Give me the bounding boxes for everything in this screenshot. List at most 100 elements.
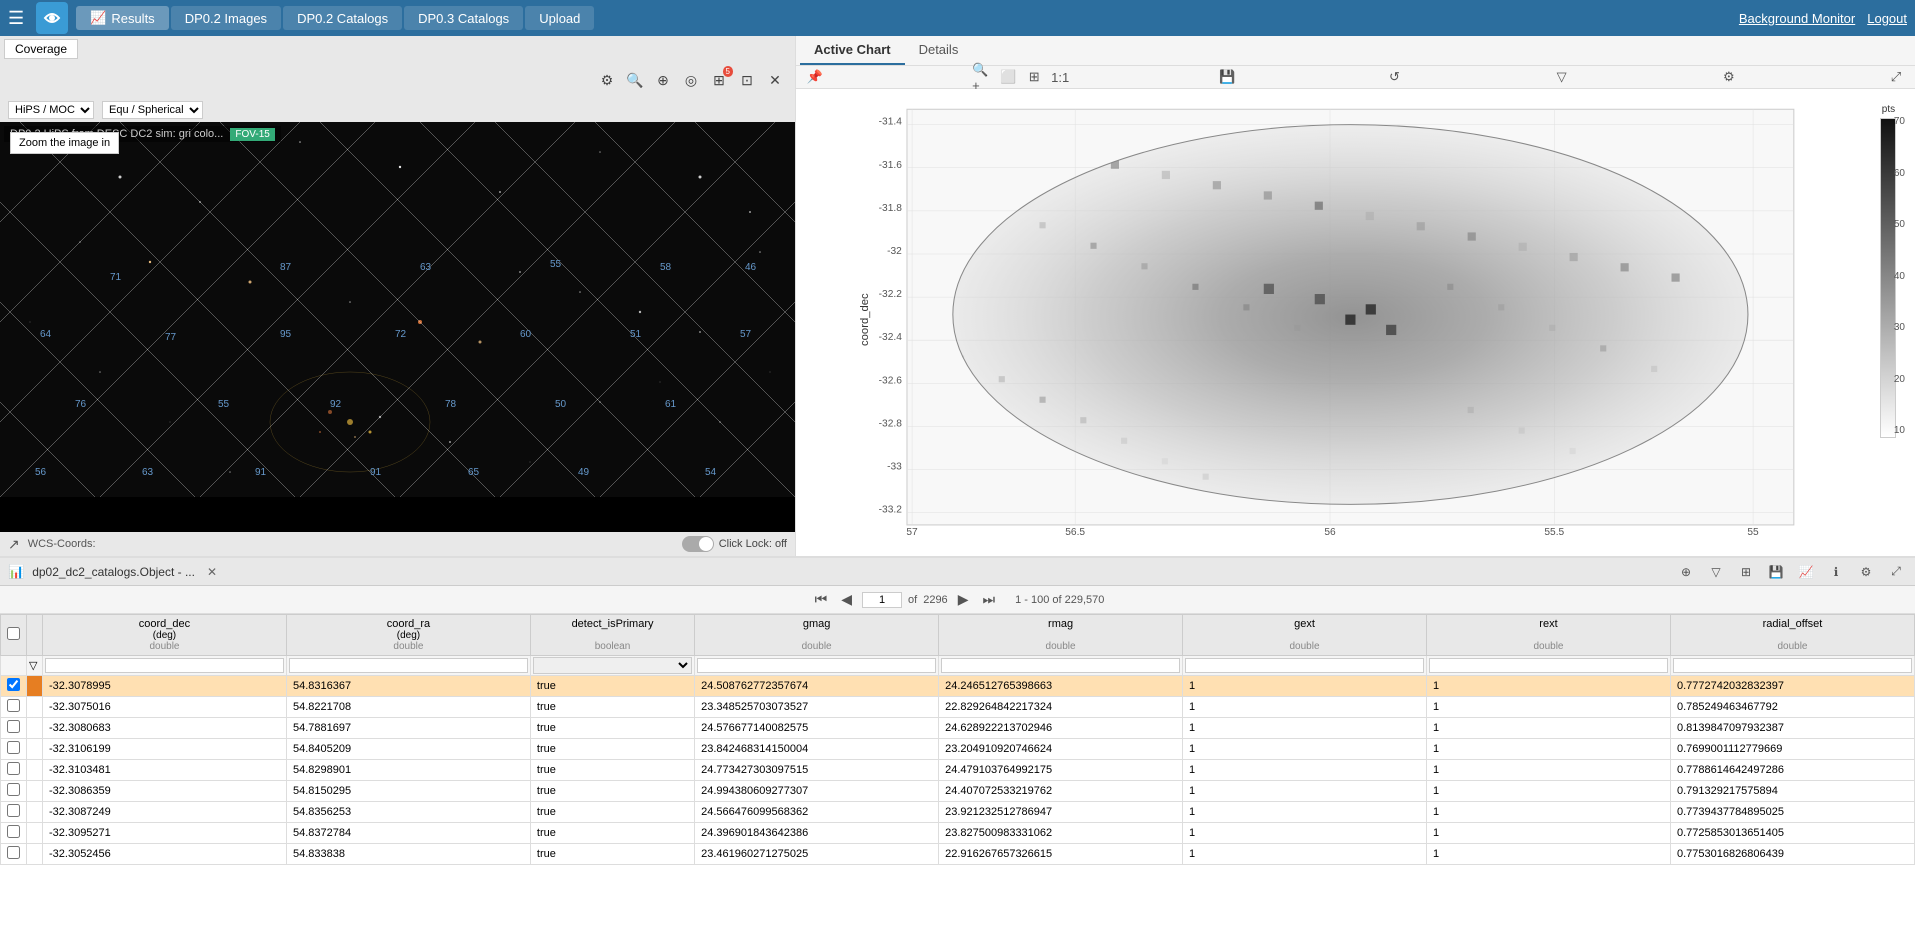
svg-text:-32.2: -32.2 bbox=[879, 289, 903, 300]
table-row[interactable]: -32.3106199 54.8405209 true 23.842468314… bbox=[1, 739, 1915, 760]
external-link-icon[interactable]: ↗ bbox=[8, 536, 20, 553]
chart-settings-btn[interactable]: ⚙ bbox=[1718, 66, 1740, 88]
cell-coord-ra: 54.833838 bbox=[286, 844, 530, 865]
click-lock-toggle[interactable] bbox=[682, 536, 714, 552]
row-checkbox[interactable] bbox=[7, 699, 20, 712]
row-checkbox[interactable] bbox=[7, 741, 20, 754]
col-header-detect-isprimary[interactable]: detect_isPrimary boolean bbox=[530, 615, 694, 656]
image-viewer[interactable]: DP0.2 HiPS from DESC DC2 sim: gri colo..… bbox=[0, 122, 795, 532]
cell-coord-dec: -32.3078995 bbox=[43, 676, 287, 697]
hamburger-menu[interactable]: ☰ bbox=[8, 8, 24, 29]
nav-tab-results[interactable]: 📈 Results bbox=[76, 6, 169, 30]
cell-radial-offset: 0.7699001112779669 bbox=[1670, 739, 1914, 760]
row-checkbox[interactable] bbox=[7, 678, 20, 691]
nav-tab-dp02-catalogs[interactable]: DP0.2 Catalogs bbox=[283, 6, 402, 30]
nav-tab-upload[interactable]: Upload bbox=[525, 6, 594, 30]
table-row[interactable]: -32.3052456 54.833838 true 23.4619602712… bbox=[1, 844, 1915, 865]
last-page-btn[interactable]: ⏭ bbox=[978, 591, 999, 608]
page-input[interactable] bbox=[862, 592, 902, 608]
col-header-coord-dec[interactable]: coord_dec(deg)double bbox=[43, 615, 287, 656]
table-row[interactable]: -32.3095271 54.8372784 true 24.396901843… bbox=[1, 823, 1915, 844]
cell-gext: 1 bbox=[1183, 823, 1427, 844]
cell-coord-ra: 54.7881697 bbox=[286, 718, 530, 739]
tools-btn[interactable]: ⚙ bbox=[595, 68, 619, 92]
hips-select[interactable]: HiPS / MOC bbox=[8, 101, 94, 119]
chart-zoom-in-btn[interactable]: 🔍+ bbox=[971, 66, 993, 88]
filter-coord-dec[interactable] bbox=[45, 658, 284, 673]
cell-gmag: 24.508762772357674 bbox=[695, 676, 939, 697]
search-btn[interactable]: 🔍 bbox=[623, 68, 647, 92]
nav-tab-dp02-images[interactable]: DP0.2 Images bbox=[171, 6, 281, 30]
filter-btn[interactable]: ◎ bbox=[679, 68, 703, 92]
chart-reset-btn[interactable]: ↺ bbox=[1383, 66, 1405, 88]
next-page-btn[interactable]: ▶ bbox=[954, 591, 973, 608]
tab-details[interactable]: Details bbox=[905, 36, 973, 65]
table-icon: 📊 bbox=[8, 564, 24, 580]
svg-text:95: 95 bbox=[280, 329, 292, 340]
measure-btn[interactable]: ✕ bbox=[763, 68, 787, 92]
coverage-tab[interactable]: Coverage bbox=[4, 39, 78, 59]
cell-rmag: 22.916267657326615 bbox=[939, 844, 1183, 865]
select-all-header[interactable] bbox=[1, 615, 27, 656]
cell-coord-dec: -32.3052456 bbox=[43, 844, 287, 865]
svg-text:56: 56 bbox=[35, 467, 47, 478]
background-monitor-link[interactable]: Background Monitor bbox=[1739, 11, 1855, 26]
image-panel: Coverage ⚙ 🔍 ⊕ ◎ ⊞5 ⊡ ✕ HiPS / MOC Equ bbox=[0, 36, 795, 556]
table-row[interactable]: -32.3087249 54.8356253 true 24.566476099… bbox=[1, 802, 1915, 823]
select-btn[interactable]: ⊕ bbox=[651, 68, 675, 92]
table-row[interactable]: -32.3103481 54.8298901 true 24.773427303… bbox=[1, 760, 1915, 781]
table-close-btn[interactable]: ✕ bbox=[207, 565, 217, 579]
tab-active-chart[interactable]: Active Chart bbox=[800, 36, 905, 65]
chart-zoom-fit-btn[interactable]: ⊞ bbox=[1023, 66, 1045, 88]
col-header-gext[interactable]: gext double bbox=[1183, 615, 1427, 656]
logout-link[interactable]: Logout bbox=[1867, 11, 1907, 26]
filter-coord-ra[interactable] bbox=[289, 658, 528, 673]
svg-text:92: 92 bbox=[330, 399, 342, 410]
results-icon: 📈 bbox=[90, 10, 106, 26]
nav-tab-dp03-catalogs[interactable]: DP0.3 Catalogs bbox=[404, 6, 523, 30]
col-header-gmag[interactable]: gmag double bbox=[695, 615, 939, 656]
filter-rext[interactable] bbox=[1429, 658, 1668, 673]
svg-text:-31.6: -31.6 bbox=[879, 160, 903, 171]
row-checkbox[interactable] bbox=[7, 762, 20, 775]
col-header-rext[interactable]: rext double bbox=[1427, 615, 1671, 656]
pin-chart-btn[interactable]: 📌 bbox=[804, 66, 826, 88]
table-container[interactable]: coord_dec(deg)double coord_ra(deg)double… bbox=[0, 614, 1915, 931]
chart-expand-btn[interactable]: ⤢ bbox=[1885, 66, 1907, 88]
col-header-coord-ra[interactable]: coord_ra(deg)double bbox=[286, 615, 530, 656]
svg-text:-32.4: -32.4 bbox=[879, 332, 903, 343]
cell-rext: 1 bbox=[1427, 718, 1671, 739]
col-header-radial-offset[interactable]: radial_offset double bbox=[1670, 615, 1914, 656]
row-checkbox[interactable] bbox=[7, 846, 20, 859]
table-row[interactable]: -32.3075016 54.8221708 true 23.348525703… bbox=[1, 697, 1915, 718]
filter-rmag[interactable] bbox=[941, 658, 1180, 673]
cell-rext: 1 bbox=[1427, 781, 1671, 802]
filter-gmag[interactable] bbox=[697, 658, 936, 673]
filter-icon[interactable]: ▽ bbox=[29, 660, 37, 672]
table-row[interactable]: -32.3086359 54.8150295 true 24.994380609… bbox=[1, 781, 1915, 802]
catalog-btn[interactable]: ⊡ bbox=[735, 68, 759, 92]
chart-zoom-box-btn[interactable]: ⬜ bbox=[997, 66, 1019, 88]
filter-detect-isprimary[interactable]: truefalse bbox=[533, 657, 692, 674]
coord-select[interactable]: Equ / Spherical bbox=[102, 101, 203, 119]
table-row[interactable]: -32.3080683 54.7881697 true 24.576677140… bbox=[1, 718, 1915, 739]
chart-filter-btn[interactable]: ▽ bbox=[1551, 66, 1573, 88]
row-checkbox[interactable] bbox=[7, 804, 20, 817]
row-checkbox[interactable] bbox=[7, 720, 20, 733]
filter-gext[interactable] bbox=[1185, 658, 1424, 673]
row-checkbox[interactable] bbox=[7, 825, 20, 838]
lock-toggle[interactable]: Click Lock: off bbox=[682, 536, 787, 552]
table-row[interactable]: -32.3078995 54.8316367 true 24.508762772… bbox=[1, 676, 1915, 697]
table-section: 📊 dp02_dc2_catalogs.Object - ... ✕ ⊕ ▽ ⊞… bbox=[0, 556, 1915, 931]
cell-radial-offset: 0.785249463467792 bbox=[1670, 697, 1914, 718]
filter-radial-offset[interactable] bbox=[1673, 658, 1912, 673]
first-page-btn[interactable]: ⏮ bbox=[811, 591, 832, 608]
layers-btn[interactable]: ⊞5 bbox=[707, 68, 731, 92]
chart-zoom-original-btn[interactable]: 1:1 bbox=[1049, 66, 1071, 88]
top-section: Coverage ⚙ 🔍 ⊕ ◎ ⊞5 ⊡ ✕ HiPS / MOC Equ bbox=[0, 36, 1915, 556]
row-checkbox[interactable] bbox=[7, 783, 20, 796]
prev-page-btn[interactable]: ◀ bbox=[837, 591, 856, 608]
chart-save-btn[interactable]: 💾 bbox=[1216, 66, 1238, 88]
col-header-rmag[interactable]: rmag double bbox=[939, 615, 1183, 656]
cell-gmag: 24.576677140082575 bbox=[695, 718, 939, 739]
